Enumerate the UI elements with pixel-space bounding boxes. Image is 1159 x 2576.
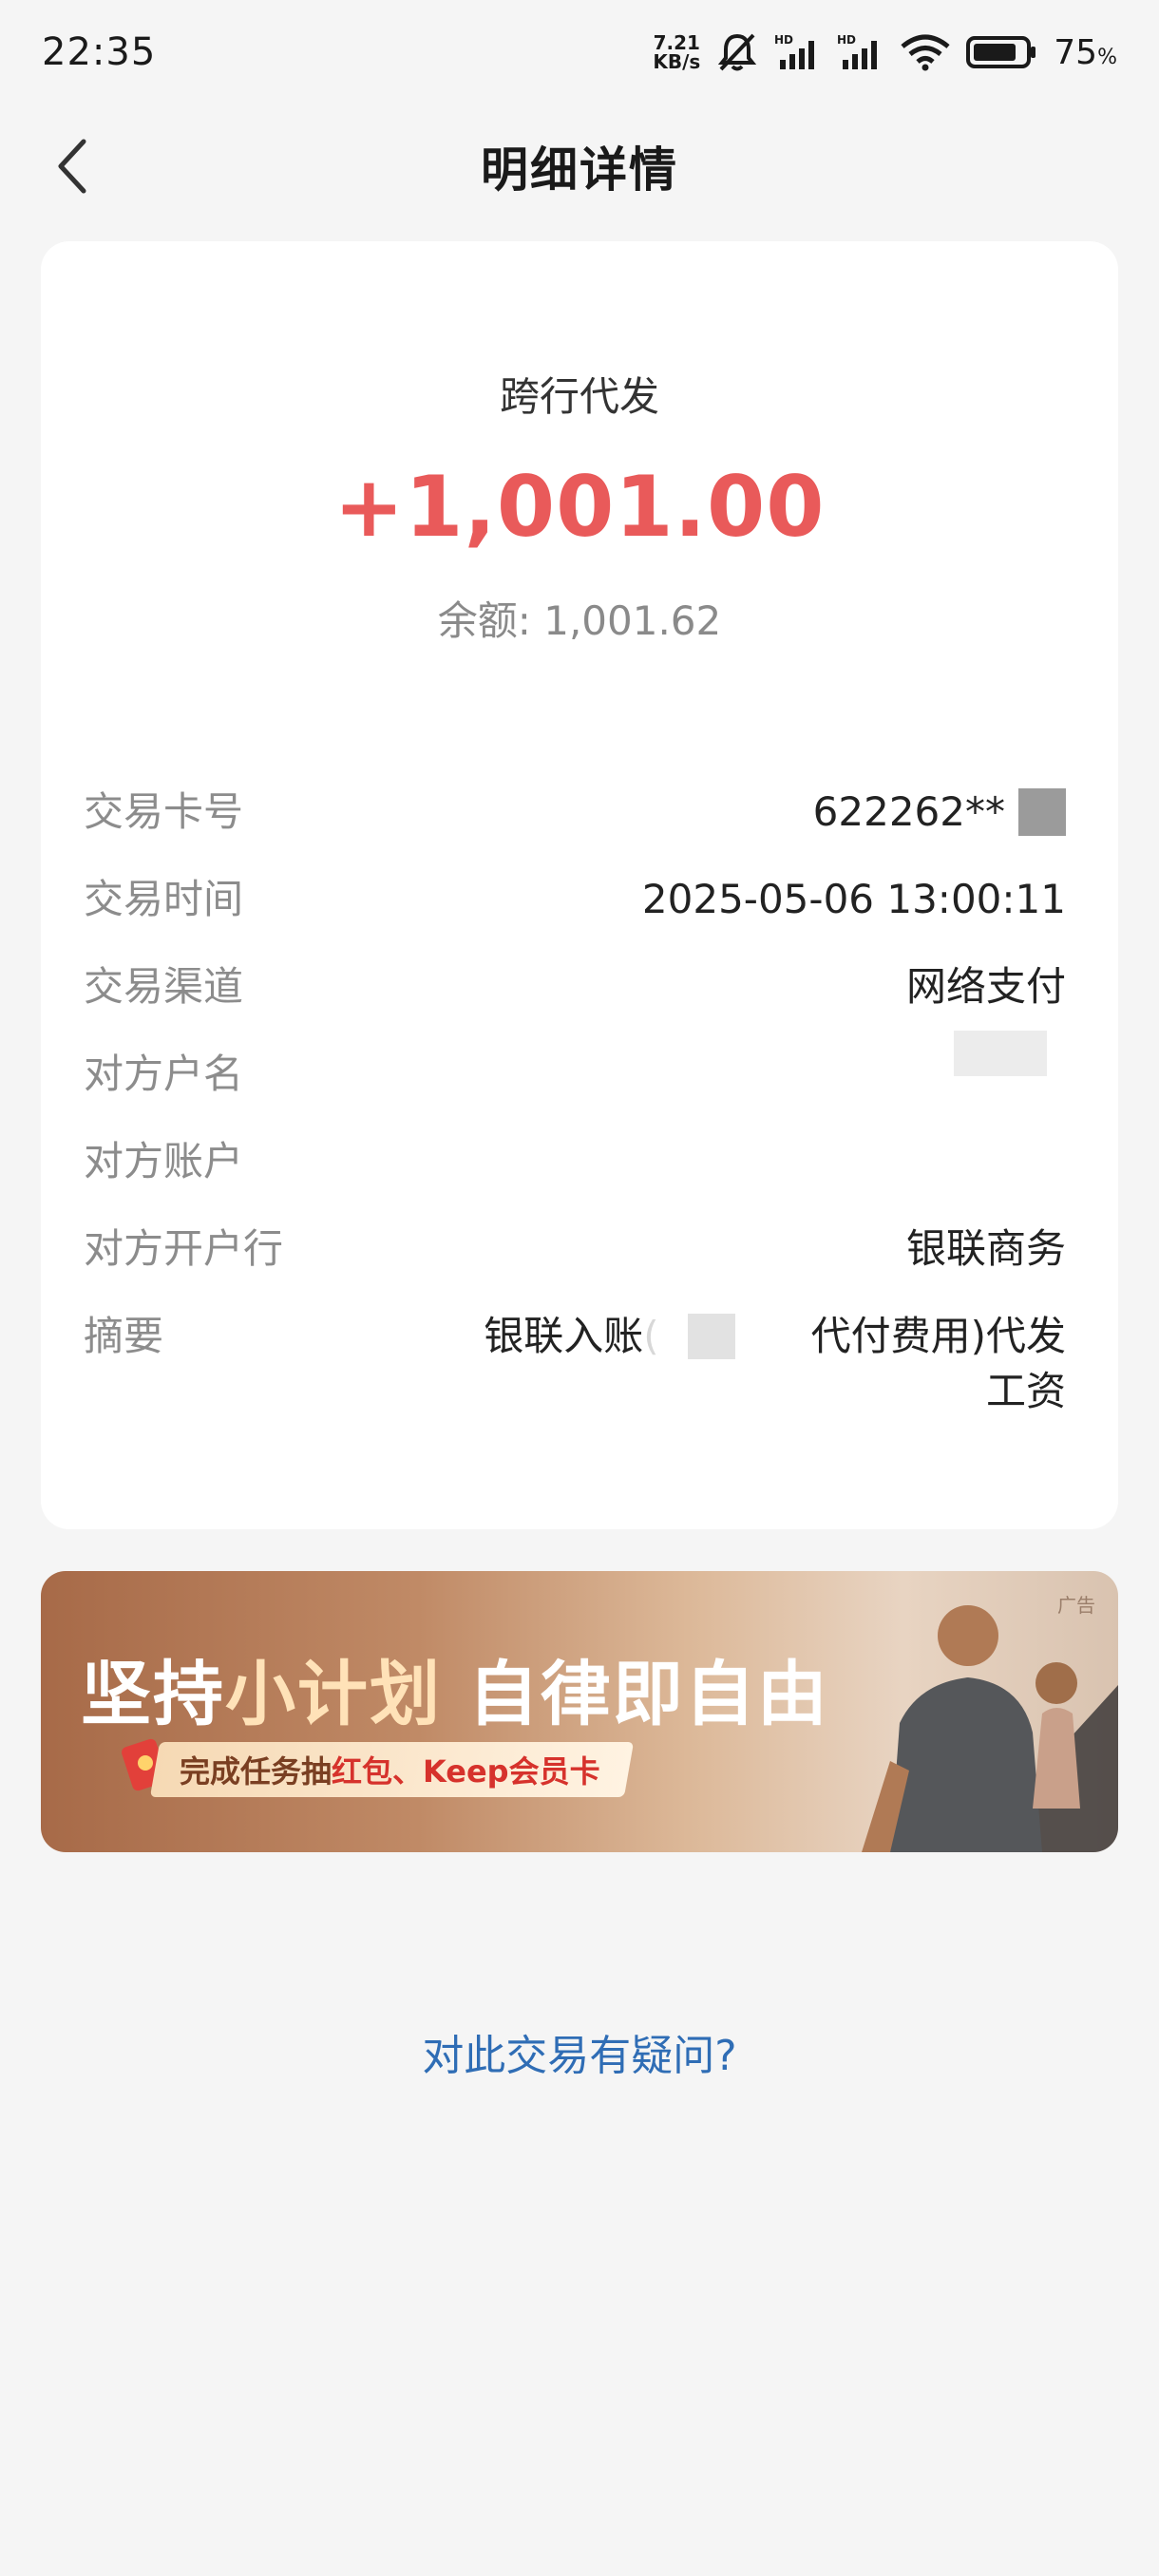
page-header: 明细详情 — [0, 104, 1159, 228]
detail-row-channel: 交易渠道 网络支付 — [84, 943, 1066, 1031]
transaction-balance: 余额: 1,001.62 — [437, 597, 722, 644]
page-title: 明细详情 — [481, 142, 678, 198]
ad-headline: 坚持小计划 自律即自由 — [81, 1654, 829, 1735]
wifi-icon — [900, 33, 951, 71]
counterparty-account-label: 对方账户 — [84, 1138, 244, 1184]
detail-row-counterparty-bank: 对方开户行 银联商务 — [84, 1205, 1066, 1293]
detail-row-counterparty-account: 对方账户 — [84, 1118, 1066, 1205]
redaction-block — [1018, 788, 1066, 836]
net-speed: 7.21 KB/s — [653, 33, 700, 71]
status-time: 22:35 — [42, 30, 157, 74]
svg-text:HD: HD — [774, 33, 793, 47]
redaction-block — [954, 1031, 1047, 1076]
time-value: 2025-05-06 13:00:11 — [641, 876, 1066, 922]
back-button[interactable] — [53, 119, 148, 214]
transaction-amount: +1,001.00 — [333, 458, 826, 556]
detail-row-card: 交易卡号 622262** — [84, 768, 1066, 856]
counterparty-name-label: 对方户名 — [84, 1051, 244, 1097]
card-label: 交易卡号 — [84, 788, 244, 835]
channel-label: 交易渠道 — [84, 963, 244, 1010]
svg-text:HD: HD — [837, 33, 856, 47]
chevron-left-icon — [58, 139, 86, 194]
mute-bell-icon — [715, 31, 759, 73]
battery-percent: 75% — [1054, 32, 1117, 72]
ad-banner[interactable]: 广告 坚持小计划 自律即自由 完成任务抽红包、Keep会员卡 — [41, 1571, 1118, 1852]
hd-signal-2-icon: HD — [837, 33, 884, 71]
battery-icon — [966, 35, 1038, 69]
summary-label: 摘要 — [84, 1313, 164, 1359]
detail-row-counterparty-name: 对方户名 — [84, 1031, 1066, 1118]
card-value: 622262** — [813, 768, 1066, 856]
status-icons: 7.21 KB/s HD HD 75% — [653, 31, 1117, 73]
channel-value: 网络支付 — [905, 963, 1066, 1010]
summary-value: 银联入账 ( 代付费用)代发 工资 — [484, 1313, 1066, 1414]
transaction-type: 跨行代发 — [499, 373, 659, 420]
redaction-block — [687, 1314, 735, 1359]
ad-subtitle: 完成任务抽红包、Keep会员卡 — [149, 1742, 634, 1797]
net-speed-value: 7.21 — [653, 31, 700, 54]
detail-row-summary: 摘要 银联入账 ( 代付费用)代发 工资 — [84, 1293, 1066, 1416]
counterparty-bank-value: 银联商务 — [905, 1225, 1066, 1272]
status-bar: 22:35 7.21 KB/s HD HD 75% — [0, 0, 1159, 104]
detail-row-time: 交易时间 2025-05-06 13:00:11 — [84, 856, 1066, 943]
transaction-question-link[interactable]: 对此交易有疑问? — [0, 2021, 1159, 2082]
transaction-card: 跨行代发 +1,001.00 余额: 1,001.62 交易卡号 622262*… — [41, 241, 1118, 1529]
time-label: 交易时间 — [84, 876, 244, 922]
counterparty-name-value — [954, 1031, 1066, 1076]
hd-signal-1-icon: HD — [774, 33, 822, 71]
counterparty-bank-label: 对方开户行 — [84, 1225, 284, 1272]
detail-list: 交易卡号 622262** 交易时间 2025-05-06 13:00:11 交… — [84, 768, 1066, 1416]
net-speed-unit: KB/s — [653, 50, 701, 73]
